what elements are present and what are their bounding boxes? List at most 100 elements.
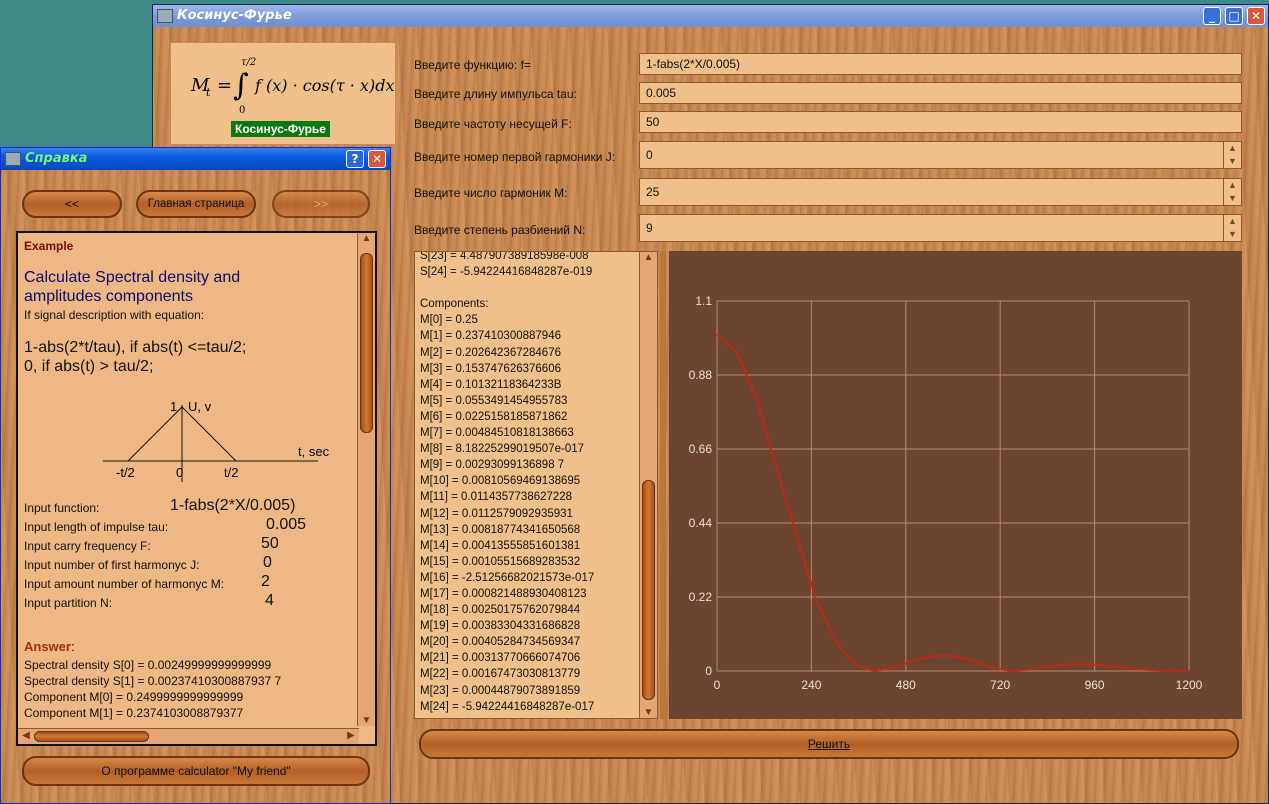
input-partition-value: 4 (265, 592, 274, 609)
forward-button-label: >> (313, 197, 328, 211)
input-function-value: 1-fabs(2*X/0.005) (170, 497, 296, 514)
main-title-bar[interactable]: Косинус-Фурье _ □ ✕ (153, 5, 1268, 27)
result-line: M[17] = 0.000821488930408123 (420, 587, 587, 600)
fourier-formula: M t = ∫ τ/2 0 f (x) · cos(τ · x)dx (190, 57, 394, 116)
answer-line-1: Spectral density S[0] = 0.00249999999999… (24, 658, 272, 672)
help-scroll-right[interactable]: ▶ (345, 730, 357, 741)
scroll-down-arrow[interactable]: ▼ (640, 707, 657, 718)
result-line: M[12] = 0.0112579092935931 (420, 507, 573, 520)
help-subheading: If signal description with equation: (24, 308, 205, 322)
maximize-button[interactable]: □ (1225, 7, 1243, 25)
result-line: M[14] = 0.00413555851601381 (420, 539, 581, 552)
impulse-graph: 1 U, v -t/2 0 t/2 t, sec (103, 399, 330, 482)
help-main-heading-2: amplitudes components (24, 288, 193, 305)
result-line: M[11] = 0.0114357738627228 (420, 491, 573, 504)
forward-button[interactable]: >> (272, 190, 370, 218)
harmonic-count-spin[interactable]: ▲ ▼ (1223, 179, 1241, 205)
tau-input[interactable]: 0.005 (639, 82, 1242, 104)
equation-1: 1-abs(2*t/tau), if abs(t) <=tau/2; (24, 339, 247, 356)
chart-background (669, 251, 1242, 719)
results-scrollbar[interactable]: ▲ ▼ (639, 252, 657, 718)
help-content[interactable]: Example Calculate Spectral density and a… (16, 231, 377, 746)
home-button[interactable]: Главная страница (136, 190, 256, 218)
chart-panel: 0 240 480 720 960 1200 0 0.22 0.44 0.66 0.88 1.1 (669, 251, 1242, 719)
y-tick-label: 0 (705, 664, 712, 678)
result-line: M[22] = 0.00167473030813779 (420, 668, 581, 681)
panel-splitter[interactable] (660, 251, 666, 719)
first-harmonic-spin[interactable]: ▲ ▼ (1223, 142, 1241, 168)
about-button[interactable]: О программе calculator "My friend" (22, 756, 370, 786)
answer-heading: Answer: (24, 639, 75, 654)
results-scroll-thumb[interactable] (642, 480, 655, 700)
input-frequency-label: Input carry frequency F: (24, 539, 151, 553)
help-scrollbar[interactable]: ▲ ▼ (357, 233, 375, 726)
svg-text:t: t (206, 86, 211, 99)
minimize-button[interactable]: _ (1203, 7, 1221, 25)
close-button[interactable]: ✕ (1247, 7, 1265, 25)
answer-heading-text: Answer (24, 639, 71, 654)
svg-text:∫: ∫ (233, 68, 249, 103)
partition-spin[interactable]: ▲ ▼ (1223, 215, 1241, 241)
help-main-heading-1: Calculate Spectral density and (24, 269, 241, 286)
result-line: M[15] = 0.00105515689283532 (420, 555, 581, 568)
answer-heading-colon: : (70, 639, 75, 654)
partition-label: Введите степень разбиений N: (414, 223, 586, 237)
frequency-input[interactable]: 50 (639, 111, 1242, 133)
help-scroll-down[interactable]: ▼ (358, 715, 375, 726)
first-harmonic-stepper[interactable]: 0 ▲ ▼ (639, 141, 1242, 169)
result-line: M[1] = 0.237410300887946 (420, 330, 561, 343)
result-line: M[13] = 0.00818774341650568 (420, 523, 581, 536)
y-tick-label: 1.1 (695, 294, 712, 308)
result-line: M[6] = 0.0225158185871862 (420, 410, 568, 423)
harmonic-count-stepper[interactable]: 25 ▲ ▼ (639, 178, 1242, 206)
result-line: Components: (420, 298, 489, 311)
help-close-button[interactable]: ✕ (368, 150, 386, 168)
result-line: M[9] = 0.00293099136898 7 (420, 459, 565, 472)
tau-label: Введите длину импульса tau: (414, 87, 577, 101)
graph-pos-label: t/2 (224, 465, 238, 480)
result-line: M[7] = 0.00484510818138663 (420, 427, 574, 440)
x-tick-label: 720 (990, 678, 1010, 692)
help-title-bar[interactable]: Справка ? ✕ (1, 148, 390, 170)
partition-stepper[interactable]: 9 ▲ ▼ (639, 214, 1242, 242)
formula-badge: Косинус-Фурье (231, 121, 330, 137)
help-scroll-left[interactable]: ◀ (20, 730, 32, 741)
solve-button[interactable]: Решить (419, 729, 1239, 759)
help-window: Справка ? ✕ << Главная страница >> Examp… (0, 147, 391, 804)
answer-line-4: Component M[1] = 0.2374103008879377 (24, 706, 244, 720)
back-button[interactable]: << (22, 190, 122, 218)
x-tick-label: 960 (1085, 678, 1105, 692)
result-line: M[5] = 0.0553491454955783 (420, 394, 568, 407)
input-frequency-value: 50 (261, 535, 279, 552)
about-button-label: О программе calculator "My friend" (101, 764, 291, 778)
results-lines: S[23] = 4.48790738918598e-008 S[24] = -5.… (420, 251, 595, 715)
main-window-title: Косинус-Фурье (177, 8, 292, 23)
input-function-label: Input function: (24, 501, 100, 515)
result-line: M[10] = 0.00810569469138695 (420, 475, 581, 488)
help-question-button[interactable]: ? (346, 150, 364, 168)
y-tick-label: 0.88 (689, 368, 713, 382)
input-tau-label: Input length of impulse tau: (24, 520, 169, 534)
result-line: M[20] = 0.00405284734569347 (420, 636, 581, 649)
help-scroll-thumb[interactable] (360, 253, 373, 433)
help-hscroll-thumb[interactable] (34, 731, 149, 742)
svg-text:0: 0 (239, 105, 245, 116)
graph-one-label: 1 (170, 399, 177, 414)
result-line: M[0] = 0.25 (420, 314, 478, 327)
results-list[interactable]: S[23] = 4.48790738918598e-008 S[24] = -5.… (414, 251, 658, 719)
input-first-harmonic-value: 0 (263, 554, 272, 571)
scroll-up-arrow[interactable]: ▲ (640, 252, 657, 263)
svg-text:f (x) · cos(τ · x)dx: f (x) · cos(τ · x)dx (254, 76, 394, 95)
app-icon (157, 9, 173, 23)
result-line: S[23] = 4.48790738918598e-008 (420, 251, 589, 262)
function-label: Введите функцию: f= (414, 58, 531, 72)
result-line: M[24] = -5.94224416848287e-017 (420, 700, 595, 713)
graph-zero-label: 0 (176, 465, 183, 480)
spectrum-chart: 0 240 480 720 960 1200 0 0.22 0.44 0.66 0.88 1.1 (669, 251, 1242, 719)
function-input[interactable]: 1-fabs(2*X/0.005) (639, 53, 1242, 75)
equation-2: 0, if abs(t) > tau/2; (24, 358, 154, 375)
input-first-harmonic-label: Input number of first harmonyc J: (24, 558, 200, 572)
result-line (420, 280, 594, 296)
help-scroll-up[interactable]: ▲ (358, 233, 375, 244)
help-hscrollbar[interactable]: ◀ ▶ (18, 728, 359, 744)
